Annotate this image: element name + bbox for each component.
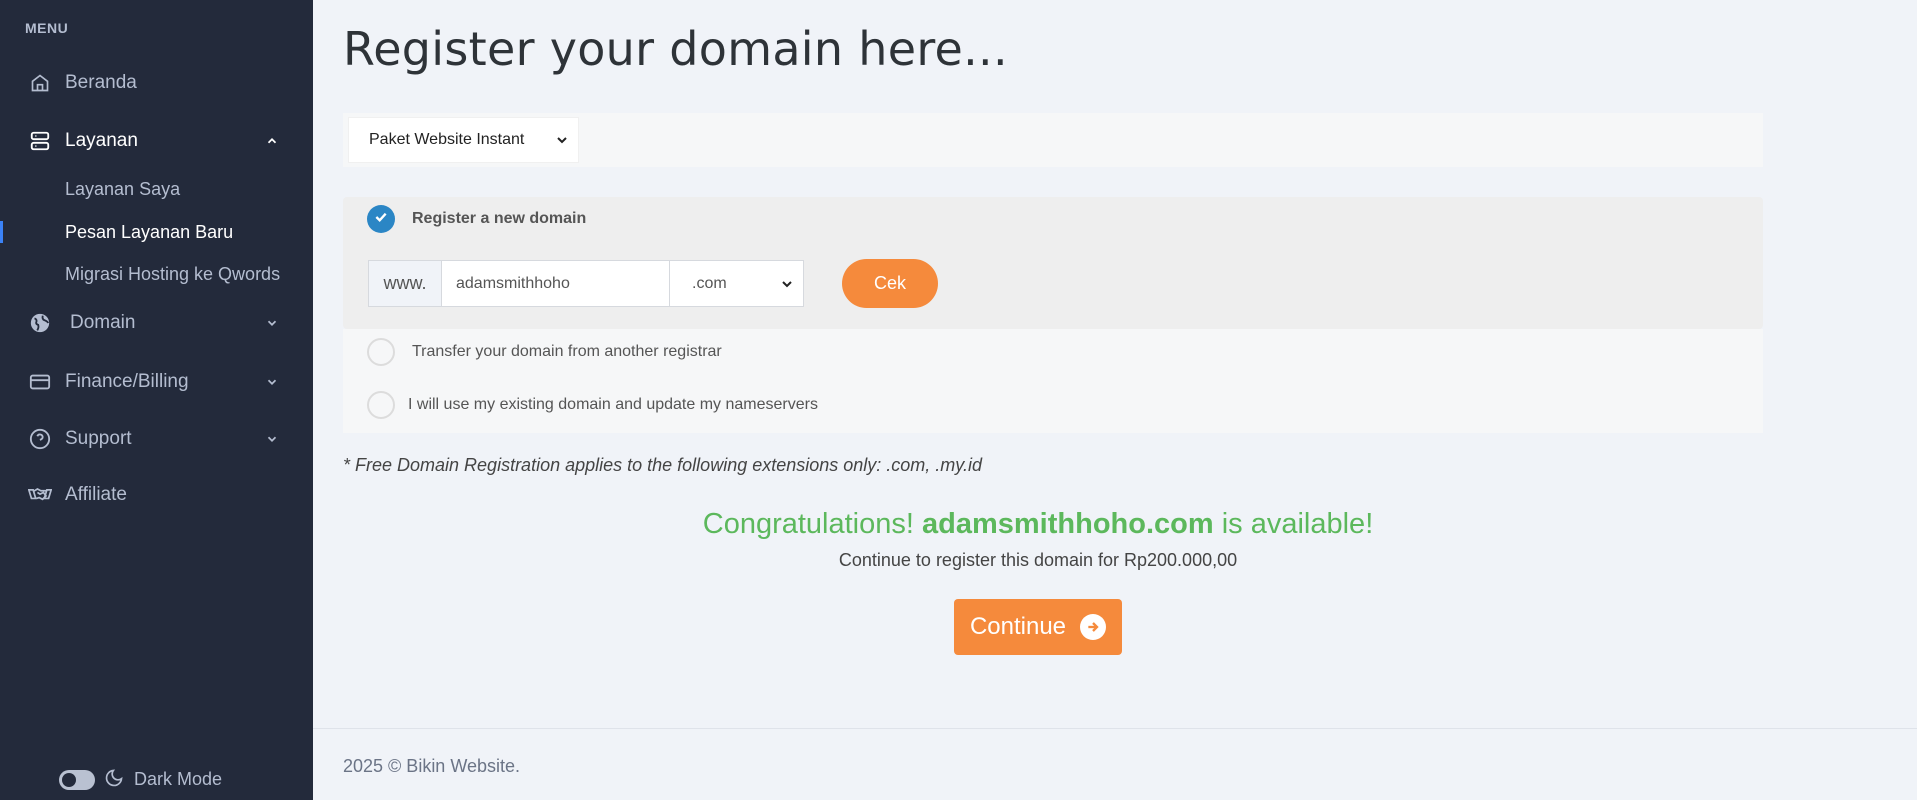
globe-icon xyxy=(28,311,52,335)
transfer-domain-label: Transfer your domain from another regist… xyxy=(412,343,722,360)
tld-select[interactable]: .com xyxy=(669,260,804,307)
congrats-suffix: is available! xyxy=(1221,508,1374,540)
sidebar-item-affiliate[interactable]: Affiliate xyxy=(0,475,313,515)
chevron-down-icon xyxy=(262,372,282,392)
toggle-knob xyxy=(62,773,76,787)
sidebar-item-label: Layanan xyxy=(65,130,138,151)
existing-domain-label: I will use my existing domain and update… xyxy=(408,396,818,413)
sidebar-subitem-migrasi-hosting[interactable]: Migrasi Hosting ke Qwords xyxy=(65,264,280,285)
free-domain-note: * Free Domain Registration applies to th… xyxy=(343,455,982,475)
dark-mode-toggle[interactable] xyxy=(59,770,95,790)
chevron-down-icon xyxy=(262,429,282,449)
handshake-icon xyxy=(28,483,52,507)
sidebar-subitem-layanan-saya[interactable]: Layanan Saya xyxy=(65,179,180,200)
transfer-domain-radio[interactable] xyxy=(367,338,395,366)
moon-icon xyxy=(104,768,126,790)
continue-button-label: Continue xyxy=(969,613,1067,640)
price-note: Continue to register this domain for Rp2… xyxy=(838,550,1238,570)
sidebar-item-label: Domain xyxy=(70,312,136,333)
sidebar: MENU Beranda Layanan Layanan Saya Pesan … xyxy=(0,0,313,800)
register-domain-label: Register a new domain xyxy=(412,210,587,227)
package-select[interactable]: Paket Website Instant xyxy=(348,117,579,163)
dark-mode-label: Dark Mode xyxy=(134,769,223,789)
arrow-circle-right-icon xyxy=(1080,614,1107,640)
sidebar-item-label: Beranda xyxy=(65,72,137,93)
footer-copyright: 2025 © Bikin Website. xyxy=(343,756,521,776)
sidebar-item-beranda[interactable]: Beranda xyxy=(0,63,313,103)
package-select-value: Paket Website Instant xyxy=(369,131,525,148)
footer-divider xyxy=(313,728,1917,729)
existing-domain-radio[interactable] xyxy=(367,391,395,419)
page-title: Register your domain here... xyxy=(343,22,1008,76)
www-prefix: www. xyxy=(368,260,442,307)
chevron-up-icon xyxy=(262,131,282,151)
available-domain: adamsmithhoho.com xyxy=(922,508,1214,540)
credit-card-icon xyxy=(28,370,52,394)
chevron-down-icon xyxy=(262,313,282,333)
domain-name-input[interactable] xyxy=(441,260,670,307)
congrats-prefix: Congratulations! xyxy=(702,508,914,540)
sidebar-subitem-pesan-layanan-baru[interactable]: Pesan Layanan Baru xyxy=(65,222,233,243)
tld-select-value: .com xyxy=(692,274,727,292)
sidebar-item-support[interactable]: Support xyxy=(0,419,313,459)
check-domain-button[interactable]: Cek xyxy=(842,259,938,308)
main-content: Register your domain here... Paket Websi… xyxy=(313,0,1917,800)
chevron-down-icon xyxy=(554,132,570,148)
register-domain-radio[interactable] xyxy=(367,205,395,233)
menu-label: MENU xyxy=(25,20,69,36)
help-circle-icon xyxy=(28,427,52,451)
sidebar-item-layanan[interactable]: Layanan xyxy=(0,121,313,161)
check-icon xyxy=(373,209,389,230)
server-icon xyxy=(28,129,52,153)
sidebar-item-finance-billing[interactable]: Finance/Billing xyxy=(0,362,313,402)
sidebar-item-label: Affiliate xyxy=(65,484,127,505)
continue-button[interactable]: Continue xyxy=(954,599,1122,655)
availability-message: Congratulations! adamsmithhoho.com is av… xyxy=(313,508,1763,541)
sidebar-item-label: Support xyxy=(65,428,132,449)
sidebar-item-label: Finance/Billing xyxy=(65,371,189,392)
sidebar-item-domain[interactable]: Domain xyxy=(0,303,313,343)
active-indicator xyxy=(0,221,3,243)
home-icon xyxy=(28,71,52,95)
chevron-down-icon xyxy=(779,276,795,292)
